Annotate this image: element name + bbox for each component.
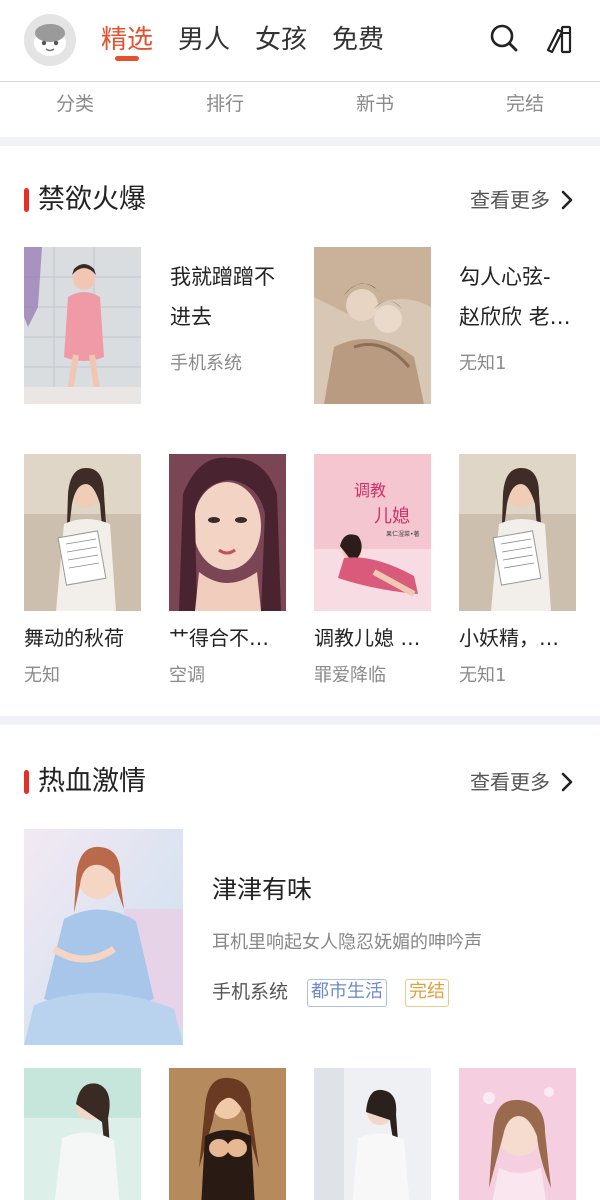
- section-divider: [0, 716, 600, 725]
- book-cover[interactable]: [169, 1068, 286, 1200]
- cover-text: 调教: [354, 481, 386, 500]
- tab-men[interactable]: 男人: [178, 20, 230, 60]
- book-author: 罪爱降临: [314, 665, 386, 686]
- view-more-link[interactable]: 查看更多: [470, 762, 550, 802]
- section-accent-bar: [24, 188, 29, 212]
- book-cover[interactable]: [314, 247, 431, 404]
- book-author: 无知1: [459, 665, 507, 686]
- view-more-link[interactable]: 查看更多: [470, 180, 550, 220]
- book-title[interactable]: 艹得合不…: [169, 623, 291, 653]
- book-cover[interactable]: [24, 1068, 141, 1200]
- nav-new-books[interactable]: 新书: [300, 89, 450, 119]
- tab-girls[interactable]: 女孩: [255, 20, 307, 60]
- book-cover[interactable]: 调教 儿媳 果仁湿菜•著: [314, 454, 431, 611]
- nav-completed[interactable]: 完结: [450, 89, 600, 119]
- chevron-right-icon[interactable]: [558, 189, 576, 211]
- featured-book-cover[interactable]: [24, 829, 183, 1045]
- featured-book-description: 耳机里响起女人隐忍妩媚的呻吟声: [212, 932, 482, 953]
- tab-featured[interactable]: 精选: [101, 20, 153, 60]
- book-author: 无知: [24, 665, 60, 686]
- cover-text: 果仁湿菜•著: [386, 530, 420, 538]
- section-divider: [0, 137, 600, 146]
- cover-text: 儿媳: [374, 506, 410, 527]
- book-author: 无知1: [459, 353, 507, 374]
- book-cover[interactable]: [24, 454, 141, 611]
- book-title-line[interactable]: 赵欣欣 老…: [459, 297, 587, 337]
- top-bar: 精选 男人 女孩 免费: [0, 0, 600, 82]
- book-author: 空调: [169, 665, 205, 686]
- book-title[interactable]: 舞动的秋荷: [24, 623, 146, 653]
- book-title[interactable]: 小妖精，…: [459, 623, 581, 653]
- status-tag: 完结: [405, 979, 449, 1007]
- book-title-line[interactable]: 勾人心弦-: [459, 257, 587, 297]
- bookshelf-icon[interactable]: [544, 22, 578, 56]
- section-header-2: 热血激情 查看更多: [24, 762, 576, 802]
- featured-book-author: 手机系统: [212, 981, 289, 1003]
- chevron-right-icon[interactable]: [558, 771, 576, 793]
- featured-book-title[interactable]: 津津有味: [212, 870, 312, 910]
- active-tab-indicator: [115, 56, 139, 61]
- category-nav: 分类 排行 新书 完结: [0, 83, 600, 137]
- category-tag: 都市生活: [307, 979, 387, 1007]
- book-title[interactable]: 调教儿媳 …: [314, 623, 436, 653]
- section-header-1: 禁欲火爆 查看更多: [24, 180, 576, 220]
- search-icon[interactable]: [488, 22, 522, 56]
- book-title-line[interactable]: 进去: [170, 297, 298, 337]
- nav-category[interactable]: 分类: [0, 89, 150, 119]
- book-cover[interactable]: [459, 1068, 576, 1200]
- section-title: 禁欲火爆: [38, 184, 146, 215]
- book-cover[interactable]: [459, 454, 576, 611]
- book-cover[interactable]: [24, 247, 141, 404]
- section-title: 热血激情: [38, 766, 146, 797]
- section-accent-bar: [24, 770, 29, 794]
- book-cover[interactable]: [314, 1068, 431, 1200]
- book-author: 手机系统: [170, 353, 242, 374]
- avatar[interactable]: [24, 14, 76, 66]
- nav-ranking[interactable]: 排行: [150, 89, 300, 119]
- user-avatar-icon: [24, 14, 76, 66]
- tab-free[interactable]: 免费: [332, 20, 384, 60]
- book-cover[interactable]: [169, 454, 286, 611]
- book-title-line[interactable]: 我就蹭蹭不: [170, 257, 298, 297]
